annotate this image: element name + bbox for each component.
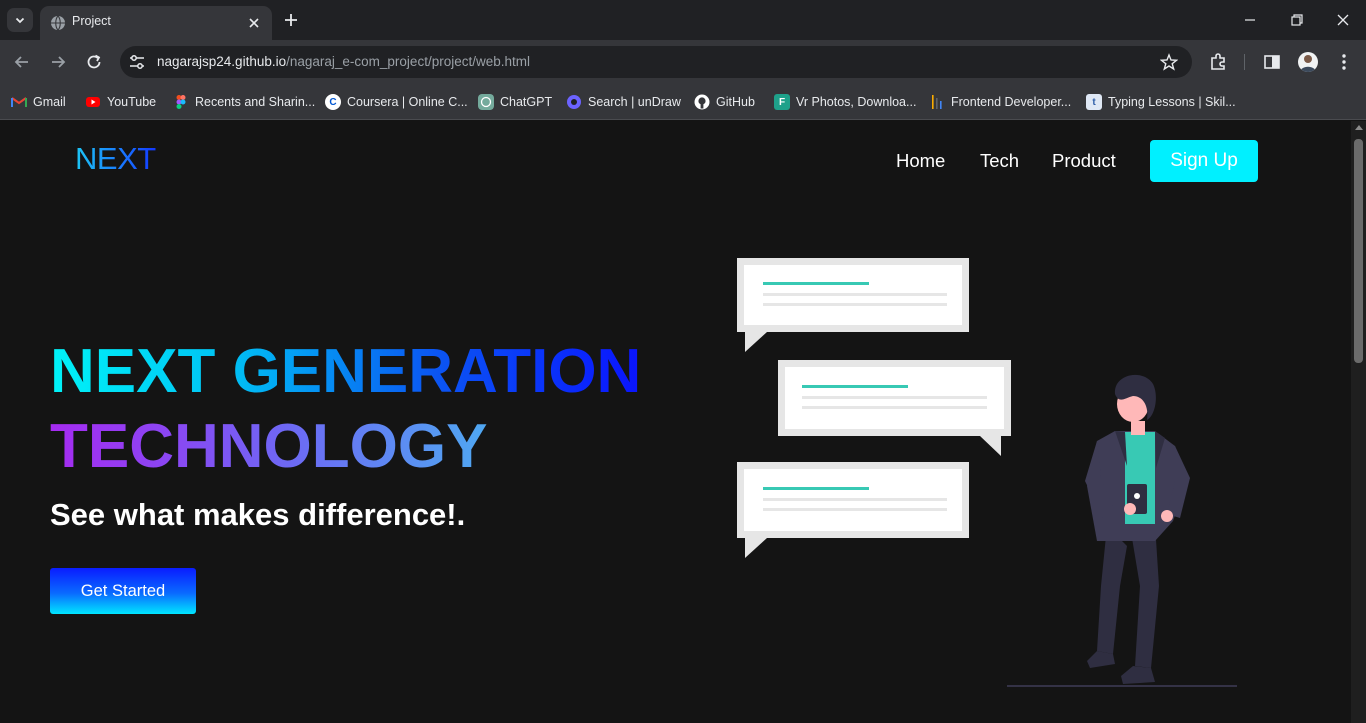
hero-heading-line-1: NEXT GENERATION — [50, 337, 642, 406]
bookmark-label: Typing Lessons | Skil... — [1108, 95, 1236, 109]
bookmark-label: YouTube — [107, 95, 157, 109]
back-arrow-icon[interactable] — [12, 52, 32, 72]
chat-bubble-2 — [778, 360, 1011, 456]
hero-illustration — [737, 258, 1237, 687]
nav-home-link[interactable]: Home — [896, 150, 945, 172]
bookmark-coursera[interactable]: C Coursera | Online C... — [325, 92, 468, 112]
globe-icon — [51, 15, 65, 31]
avatar-icon — [1300, 55, 1316, 72]
minimize-icon[interactable] — [1242, 12, 1258, 28]
active-tab[interactable]: Project — [40, 6, 272, 40]
chat-bubble-1 — [737, 258, 969, 352]
url-path: /nagaraj_e-com_project/project/web.html — [286, 54, 530, 69]
bookmark-github[interactable]: GitHub — [694, 92, 755, 112]
url-text[interactable]: nagarajsp24.github.io/nagaraj_e-com_proj… — [157, 54, 530, 69]
reload-icon[interactable] — [84, 52, 104, 72]
figma-icon — [176, 95, 186, 109]
bookmark-indeed[interactable]: Frontend Developer... — [929, 92, 1071, 112]
coursera-icon: C — [325, 94, 341, 110]
chatgpt-icon — [478, 94, 494, 110]
typing-icon: t — [1086, 94, 1102, 110]
site-logo[interactable]: NEXT — [75, 141, 156, 177]
bookmark-star-icon[interactable] — [1160, 53, 1178, 71]
close-tab-icon[interactable] — [246, 15, 262, 31]
nav-tech-link[interactable]: Tech — [980, 150, 1019, 172]
gmail-icon — [11, 97, 27, 107]
site-settings-icon[interactable] — [128, 54, 146, 70]
tab-search-button[interactable] — [7, 8, 33, 32]
get-started-button[interactable]: Get Started — [50, 568, 196, 614]
standing-person-figure — [1007, 374, 1237, 687]
profile-avatar[interactable] — [1298, 52, 1318, 72]
bookmark-label: GitHub — [716, 95, 755, 109]
bookmark-gmail[interactable]: Gmail — [11, 92, 66, 112]
side-panel-icon[interactable] — [1262, 52, 1282, 72]
bookmark-label: Frontend Developer... — [951, 95, 1072, 109]
bookmark-label: Gmail — [33, 95, 66, 109]
github-icon — [694, 94, 710, 110]
extensions-icon[interactable] — [1208, 52, 1228, 72]
bookmark-label: ChatGPT — [500, 95, 553, 109]
hero-subtitle: See what makes difference!. — [50, 497, 466, 532]
bookmark-typing[interactable]: t Typing Lessons | Skil... — [1086, 92, 1236, 112]
scroll-up-arrow-icon[interactable] — [1355, 125, 1363, 130]
browser-toolbar: nagarajsp24.github.io/nagaraj_e-com_proj… — [0, 40, 1366, 84]
bookmark-figma[interactable]: Recents and Sharin... — [173, 92, 315, 112]
new-tab-icon[interactable] — [282, 11, 300, 29]
nav-product-link[interactable]: Product — [1052, 150, 1116, 172]
bookmark-label: Vr Photos, Downloa... — [796, 95, 917, 109]
hero-heading-line-2: TECHNOLOGY — [50, 412, 488, 481]
page-viewport: NEXT Home Tech Product Sign Up NEXT GENE… — [0, 121, 1351, 723]
bookmark-undraw[interactable]: Search | unDraw — [566, 92, 681, 112]
bookmark-freepik[interactable]: F Vr Photos, Downloa... — [774, 92, 916, 112]
tab-title: Project — [72, 14, 111, 28]
bookmark-label: Coursera | Online C... — [347, 95, 468, 109]
bookmarks-bar: Gmail YouTube Recents and Sharin... C Co… — [0, 84, 1366, 120]
close-window-icon[interactable] — [1335, 12, 1351, 28]
undraw-icon — [567, 95, 581, 109]
indeed-icon — [932, 95, 942, 109]
bookmark-chatgpt[interactable]: ChatGPT — [478, 92, 552, 112]
toolbar-separator — [1244, 54, 1245, 70]
bookmark-youtube[interactable]: YouTube — [85, 92, 156, 112]
scroll-thumb[interactable] — [1354, 139, 1363, 363]
address-bar[interactable]: nagarajsp24.github.io/nagaraj_e-com_proj… — [120, 46, 1192, 78]
youtube-icon — [86, 97, 100, 107]
chevron-down-icon — [15, 17, 25, 24]
sign-up-button[interactable]: Sign Up — [1150, 140, 1258, 182]
url-host: nagarajsp24.github.io — [157, 54, 287, 69]
bookmark-label: Recents and Sharin... — [195, 95, 316, 109]
bookmark-label: Search | unDraw — [588, 95, 681, 109]
freepik-icon: F — [774, 94, 790, 110]
restore-icon[interactable] — [1289, 12, 1305, 28]
browser-tab-strip: Project — [0, 0, 1366, 40]
chat-bubble-3 — [737, 462, 969, 558]
page-scrollbar[interactable] — [1351, 121, 1366, 723]
browser-menu-icon[interactable] — [1334, 52, 1354, 72]
forward-arrow-icon[interactable] — [48, 52, 68, 72]
